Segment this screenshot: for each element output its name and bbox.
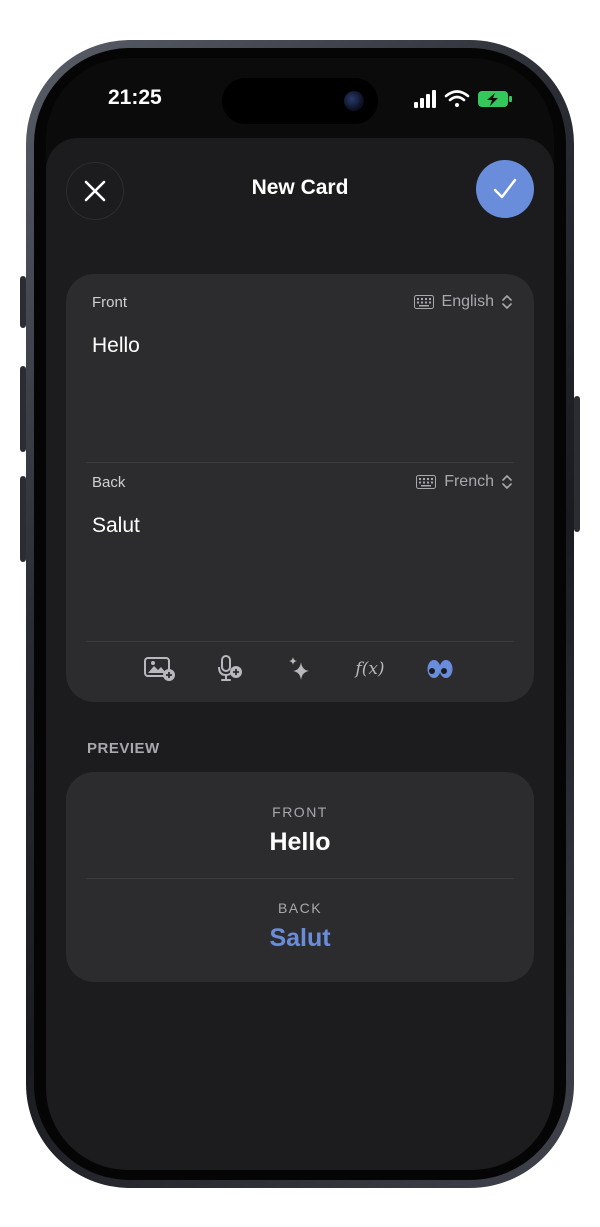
chevron-up-down-icon [502,475,512,489]
add-image-button[interactable] [142,651,178,687]
editor-toolbar: f(x) [66,644,534,694]
checkmark-icon [493,178,517,199]
preview-front-value: Hello [269,828,331,856]
dynamic-island [222,78,378,124]
preview-divider [86,878,514,879]
preview-back-label: BACK [277,900,323,916]
back-language-picker[interactable]: French [416,473,512,491]
chevron-up-down-icon [502,295,512,309]
formula-button[interactable]: f(x) [352,651,388,687]
preview-heading: PREVIEW [87,740,160,757]
toolbar-divider [86,641,514,642]
preview-card: FRONT Hello BACK Salut [66,772,534,982]
preview-front-label: FRONT [272,804,328,820]
keyboard-icon [413,295,434,309]
action-button [20,276,26,328]
card-editor: Front English Back [66,274,534,702]
keyboard-icon [416,475,437,489]
front-language-picker[interactable]: English [413,293,512,311]
field-divider [86,462,514,463]
ai-generate-button[interactable] [282,651,318,687]
screen: 21:25 New Card Front English Hello Back … [46,58,554,1170]
back-input[interactable] [92,514,492,538]
battery-charging-icon [478,91,512,107]
preview-back-value: Salut [269,924,331,952]
back-language-label: French [444,473,494,490]
eyes-icon [427,660,453,678]
signal-icon [414,90,436,108]
front-language-label: English [441,293,494,310]
sparkle-icon [289,657,309,680]
wifi-icon [444,90,470,107]
add-image-icon [144,657,175,681]
volume-down-button [20,476,26,562]
back-label: Back [92,474,126,491]
power-button [574,396,580,532]
front-input[interactable] [92,334,492,358]
confirm-button[interactable] [476,160,534,218]
eyes-button[interactable] [422,651,458,687]
front-label: Front [92,294,128,311]
status-icons [414,88,514,110]
volume-up-button [20,366,26,452]
add-audio-button[interactable] [212,651,248,687]
camera-icon [344,91,364,111]
formula-icon: f(x) [355,659,385,679]
new-card-sheet: New Card Front English Hello Back French… [46,138,554,1170]
status-time: 21:25 [108,86,162,109]
add-audio-icon [218,655,242,681]
